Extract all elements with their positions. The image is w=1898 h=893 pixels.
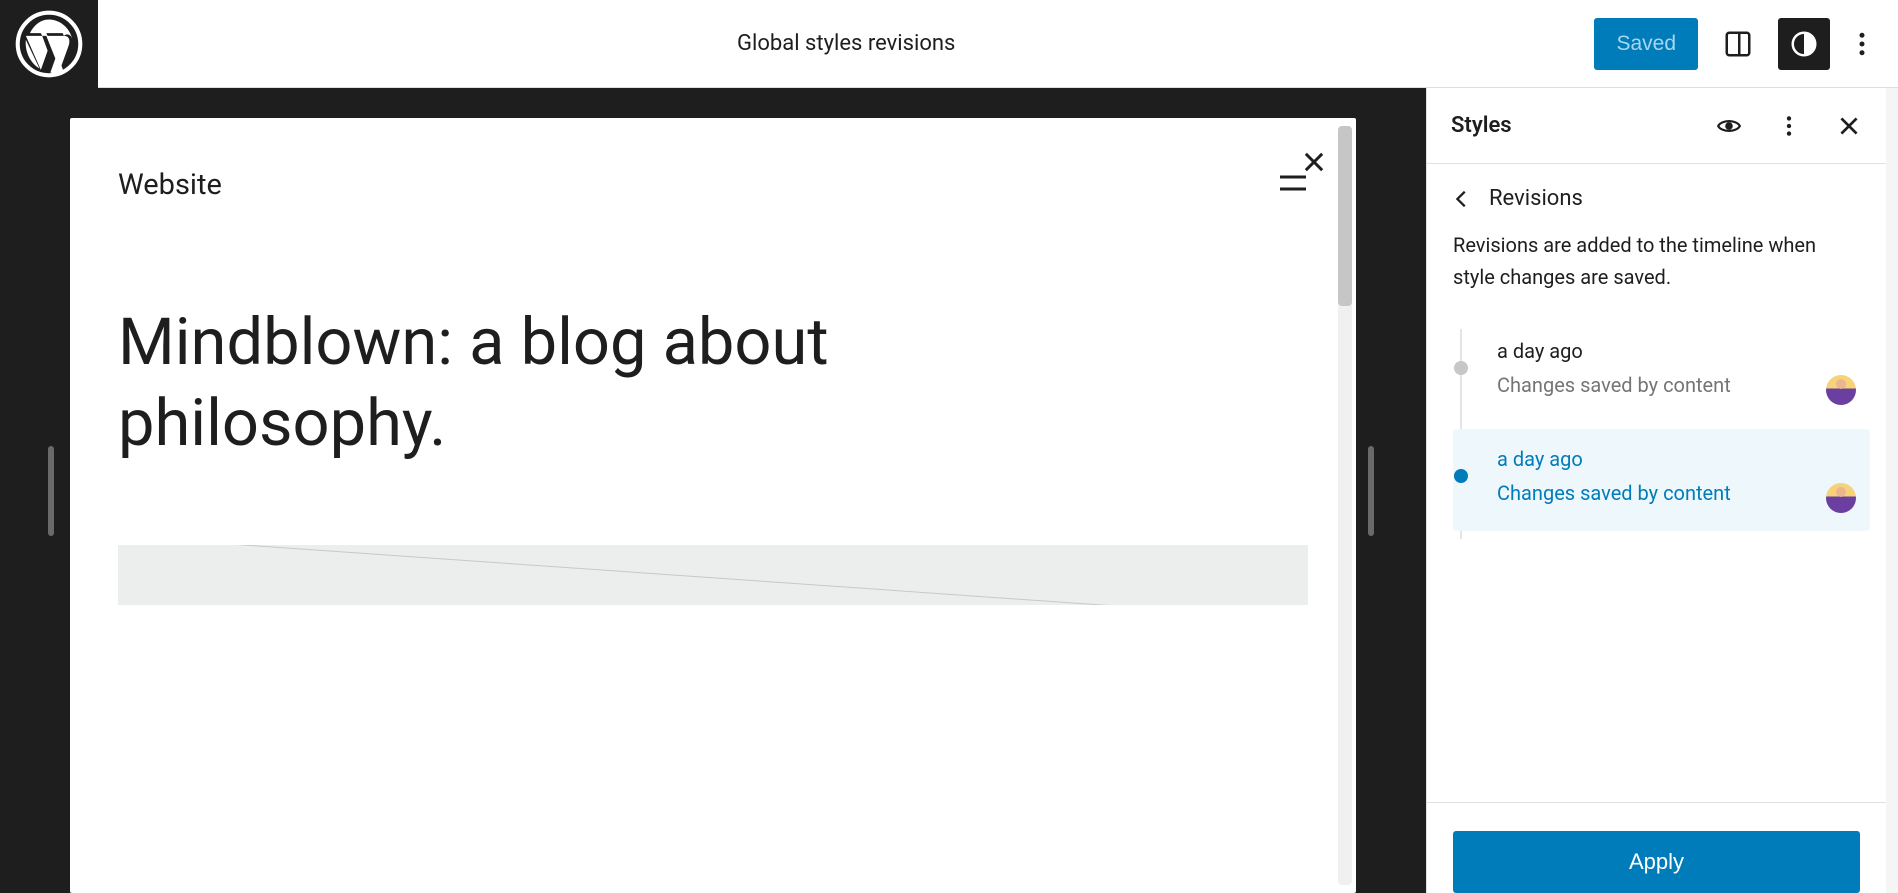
- revisions-description: Revisions are added to the timeline when…: [1427, 225, 1886, 321]
- back-button[interactable]: [1451, 188, 1473, 210]
- revision-time: a day ago: [1497, 339, 1826, 363]
- kebab-icon: [1847, 29, 1877, 59]
- wordpress-icon: [15, 10, 83, 78]
- revision-item[interactable]: a day ago Changes saved by content: [1453, 321, 1870, 423]
- sidebar-icon: [1723, 29, 1753, 59]
- styles-button[interactable]: [1778, 18, 1830, 70]
- timeline-dot: [1454, 469, 1468, 483]
- preview-close-button[interactable]: [1300, 148, 1328, 180]
- top-header: Global styles revisions Saved: [0, 0, 1898, 88]
- workspace: Website Mindblown: a blog about philosop…: [0, 88, 1898, 893]
- styles-sidebar: Styles Revisions Revisions are: [1426, 88, 1886, 893]
- page-scrollbar[interactable]: [1886, 88, 1898, 893]
- sidebar-title: Styles: [1451, 113, 1512, 138]
- sidebar-more-button[interactable]: [1776, 113, 1802, 139]
- page-title: Global styles revisions: [737, 31, 955, 56]
- resize-handle-right[interactable]: [1368, 446, 1374, 536]
- kebab-icon: [1776, 113, 1802, 139]
- stylebook-button[interactable]: [1716, 113, 1742, 139]
- sidebar-footer: Apply: [1427, 802, 1886, 893]
- sidebar-header-actions: [1716, 113, 1862, 139]
- sidebar-header: Styles: [1427, 88, 1886, 164]
- revision-text: a day ago Changes saved by content: [1497, 339, 1826, 397]
- chevron-left-icon: [1451, 188, 1473, 210]
- revisions-header: Revisions: [1427, 164, 1886, 225]
- preview-frame: Website Mindblown: a blog about philosop…: [70, 118, 1356, 893]
- sidebar-close-button[interactable]: [1836, 113, 1862, 139]
- revision-author: Changes saved by content: [1497, 373, 1826, 397]
- saved-button[interactable]: Saved: [1594, 18, 1698, 70]
- preview-scrollbar-thumb[interactable]: [1338, 126, 1352, 306]
- header-actions: Saved: [1594, 18, 1898, 70]
- more-options-button[interactable]: [1844, 18, 1880, 70]
- header-title-wrap: Global styles revisions: [98, 31, 1594, 56]
- site-header: Website: [70, 118, 1356, 212]
- timeline-dot: [1454, 361, 1468, 375]
- resize-handle-left[interactable]: [48, 446, 54, 536]
- view-toggle-button[interactable]: [1712, 18, 1764, 70]
- contrast-icon: [1789, 29, 1819, 59]
- eye-icon: [1716, 113, 1742, 139]
- site-title[interactable]: Website: [118, 168, 222, 202]
- hero-heading[interactable]: Mindblown: a blog about philosophy.: [70, 212, 970, 505]
- apply-button[interactable]: Apply: [1453, 831, 1860, 893]
- revisions-timeline: a day ago Changes saved by content a day…: [1427, 321, 1886, 547]
- revision-item[interactable]: a day ago Changes saved by content: [1453, 429, 1870, 531]
- revision-text: a day ago Changes saved by content: [1497, 447, 1826, 505]
- avatar: [1826, 375, 1856, 405]
- editor-canvas: Website Mindblown: a blog about philosop…: [0, 88, 1426, 893]
- close-icon: [1836, 113, 1862, 139]
- revision-author: Changes saved by content: [1497, 481, 1826, 505]
- revision-time: a day ago: [1497, 447, 1826, 471]
- sidebar-body: Revisions Revisions are added to the tim…: [1427, 164, 1886, 802]
- image-placeholder[interactable]: [118, 545, 1308, 605]
- revisions-heading: Revisions: [1489, 186, 1583, 211]
- wordpress-logo[interactable]: [0, 0, 98, 88]
- close-icon: [1300, 148, 1328, 176]
- avatar: [1826, 483, 1856, 513]
